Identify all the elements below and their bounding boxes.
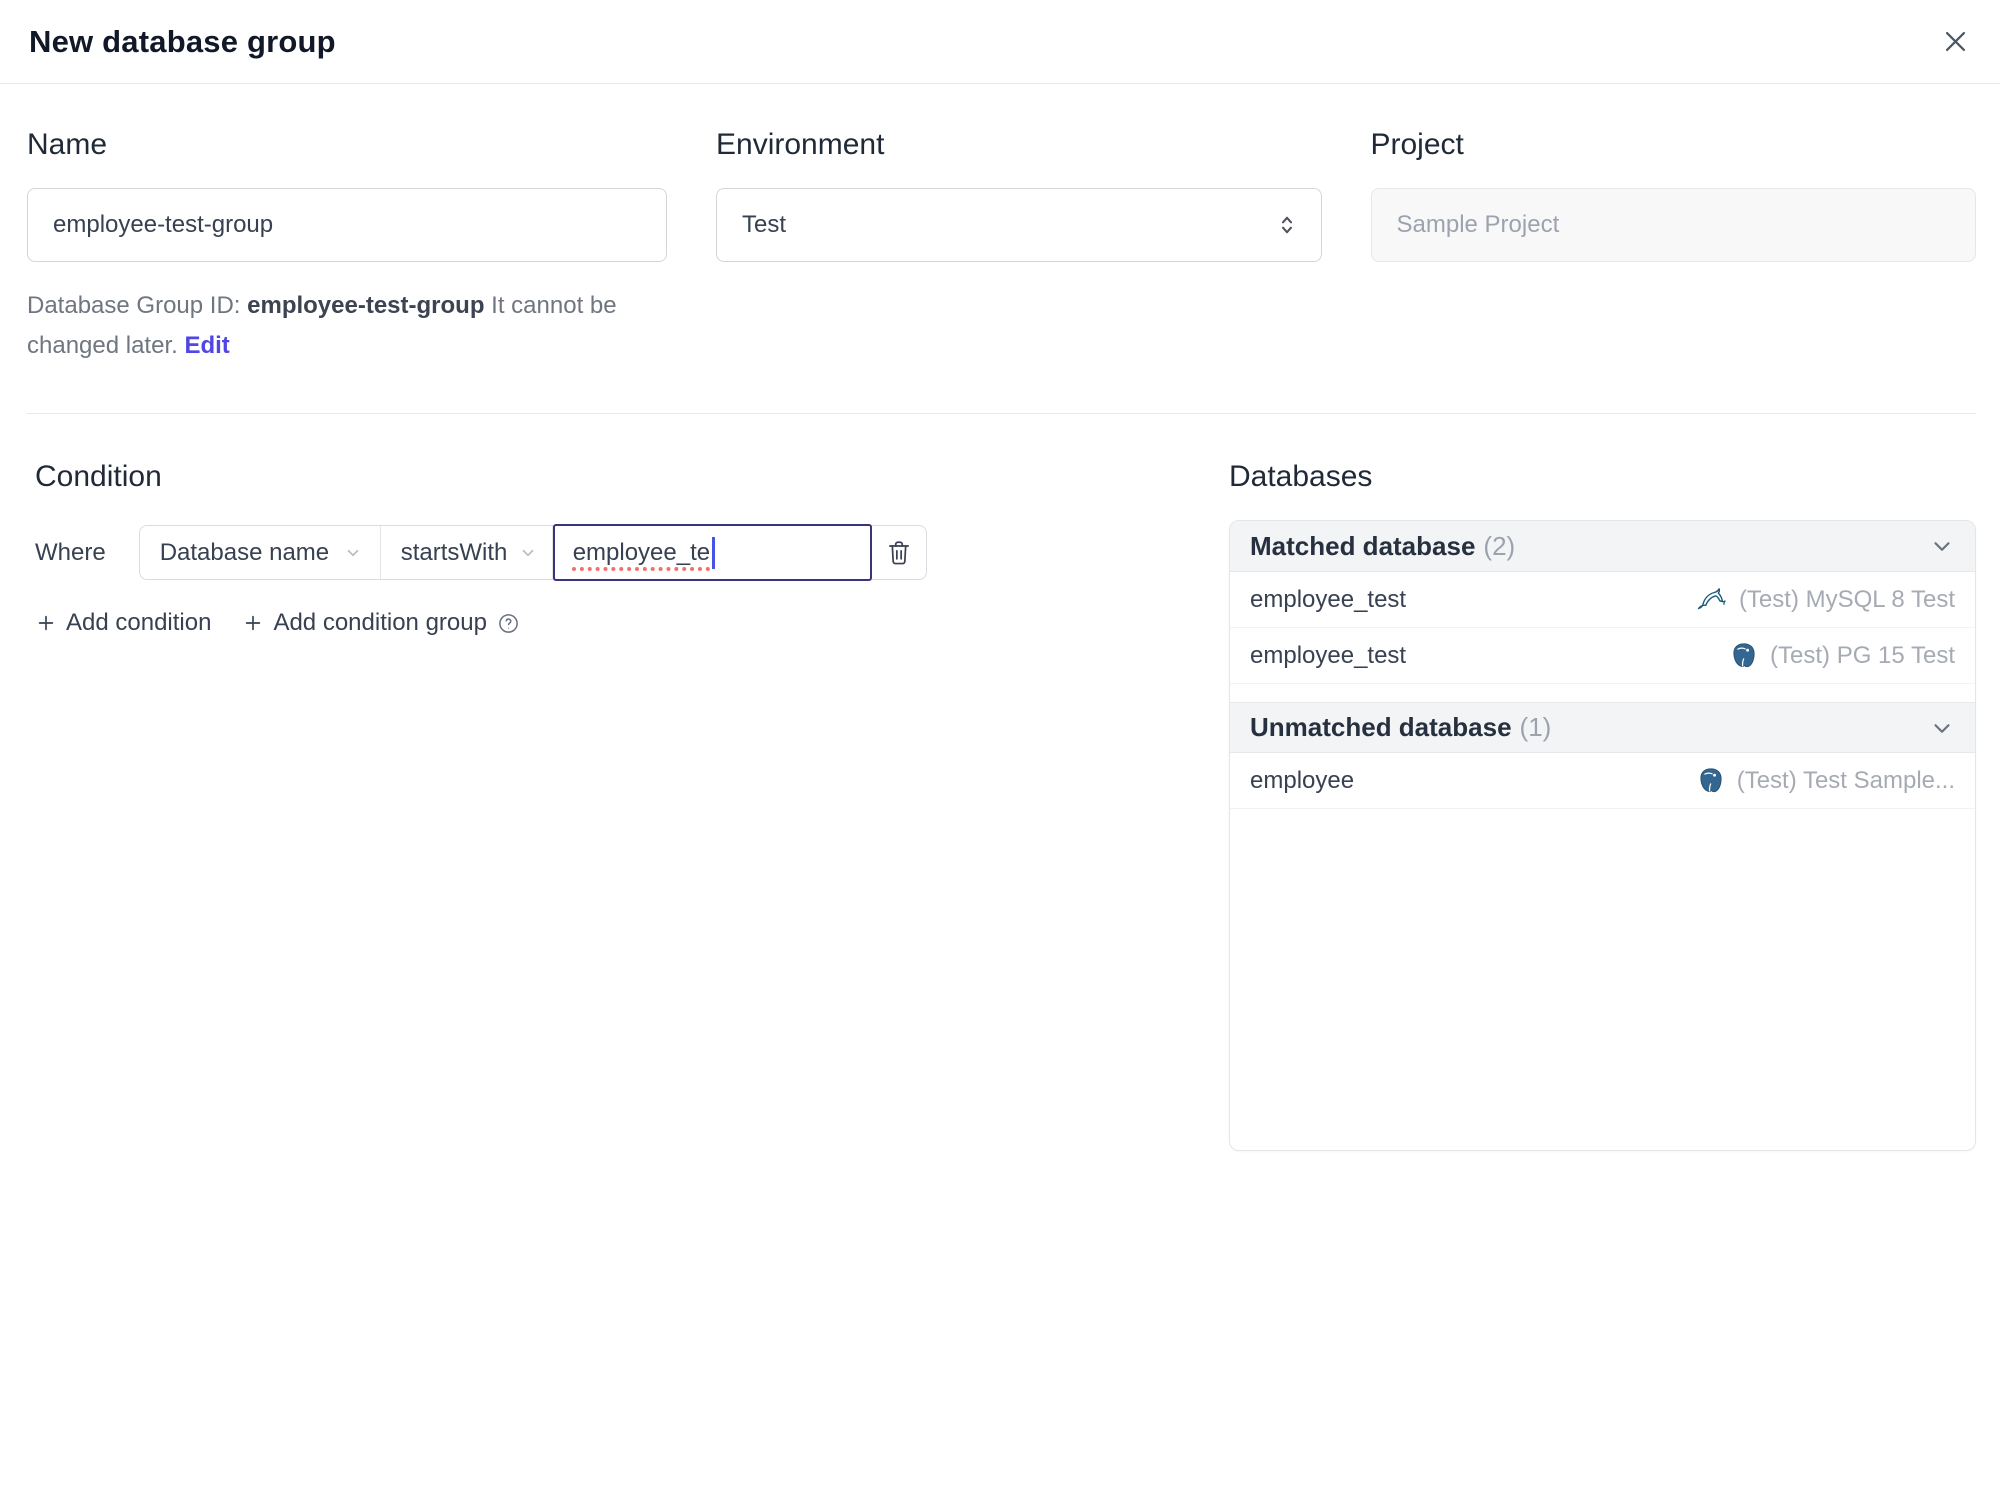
database-instance-meta: (Test) Test Sample... bbox=[1696, 766, 1955, 796]
chevron-down-icon bbox=[344, 544, 362, 562]
mysql-icon bbox=[1696, 585, 1728, 615]
database-instance-label: (Test) MySQL 8 Test bbox=[1738, 585, 1955, 613]
add-condition-button[interactable]: Add condition bbox=[35, 609, 211, 637]
plus-icon bbox=[242, 612, 264, 634]
condition-heading: Condition bbox=[35, 460, 162, 493]
database-row[interactable]: employee_test (Test) MySQL 8 Test bbox=[1230, 572, 1975, 628]
database-instance-label: (Test) Test Sample... bbox=[1736, 766, 1955, 794]
name-input[interactable] bbox=[27, 188, 667, 262]
database-row[interactable]: employee_test (Test) PG 15 Test bbox=[1230, 628, 1975, 684]
database-instance-meta: (Test) PG 15 Test bbox=[1729, 641, 1955, 671]
section-gap bbox=[1230, 684, 1975, 702]
matched-database-count: (2) bbox=[1483, 530, 1516, 561]
database-name: employee_test bbox=[1250, 641, 1407, 669]
databases-section: Databases Matched database (2) employee_t… bbox=[1229, 457, 1976, 1151]
environment-selected-value: Test bbox=[742, 211, 787, 238]
project-input bbox=[1370, 188, 1976, 262]
database-row[interactable]: employee (Test) Test Sample... bbox=[1230, 753, 1975, 809]
project-label: Project bbox=[1370, 128, 1464, 161]
dialog-body: Name Database Group ID: employee-test-gr… bbox=[0, 126, 2000, 1151]
postgresql-icon bbox=[1729, 641, 1759, 671]
unmatched-database-title-text: Unmatched database bbox=[1250, 712, 1512, 742]
condition-section: Condition Where Database name startsWith bbox=[27, 457, 1229, 637]
project-field-group: Project bbox=[1370, 126, 1976, 366]
condition-help-button[interactable] bbox=[497, 612, 520, 635]
database-instance-meta: (Test) MySQL 8 Test bbox=[1696, 585, 1955, 615]
text-caret bbox=[712, 536, 715, 569]
trash-icon bbox=[886, 539, 912, 567]
databases-panel: Matched database (2) employee_test (Test… bbox=[1229, 520, 1976, 1151]
add-condition-group-button[interactable]: Add condition group bbox=[242, 609, 487, 637]
postgresql-icon bbox=[1696, 766, 1726, 796]
chevron-down-icon[interactable] bbox=[1929, 533, 1955, 559]
matched-database-header[interactable]: Matched database (2) bbox=[1230, 521, 1975, 572]
database-name: employee_test bbox=[1250, 585, 1407, 613]
condition-operator-select[interactable]: startsWith bbox=[381, 526, 553, 579]
name-label: Name bbox=[27, 128, 108, 161]
condition-expression-group: Database name startsWith employee_te bbox=[138, 524, 927, 581]
matched-database-title-text: Matched database bbox=[1250, 530, 1476, 561]
condition-value-text: employee_te bbox=[572, 538, 711, 566]
environment-select[interactable]: Test bbox=[716, 188, 1322, 262]
dialog-header: New database group bbox=[0, 0, 2000, 84]
add-condition-label: Add condition bbox=[66, 609, 212, 636]
database-name: employee bbox=[1250, 766, 1355, 794]
dialog-title: New database group bbox=[29, 23, 336, 59]
group-id-prefix: Database Group ID: bbox=[27, 292, 248, 319]
matched-database-title: Matched database (2) bbox=[1250, 531, 1515, 562]
group-id-value: employee-test-group bbox=[247, 292, 485, 319]
chevron-down-icon[interactable] bbox=[1929, 715, 1955, 741]
close-icon bbox=[1942, 28, 1969, 55]
condition-field-value: Database name bbox=[159, 538, 330, 566]
section-divider bbox=[27, 413, 1976, 414]
name-field-group: Name Database Group ID: employee-test-gr… bbox=[27, 126, 667, 366]
help-circle-icon bbox=[497, 612, 520, 635]
where-label: Where bbox=[35, 538, 106, 566]
environment-label: Environment bbox=[716, 128, 885, 161]
databases-heading: Databases bbox=[1229, 460, 1373, 493]
condition-value-input[interactable]: employee_te bbox=[552, 524, 872, 581]
select-updown-icon bbox=[1275, 213, 1299, 237]
condition-operator-value: startsWith bbox=[400, 538, 508, 566]
condition-actions: Add condition Add condition group bbox=[35, 609, 1229, 637]
condition-field-select[interactable]: Database name bbox=[140, 526, 381, 579]
close-button[interactable] bbox=[1940, 27, 1970, 57]
environment-field-group: Environment Test bbox=[716, 126, 1322, 366]
group-id-note: Database Group ID: employee-test-group I… bbox=[27, 286, 667, 366]
plus-icon bbox=[35, 612, 57, 634]
unmatched-database-title: Unmatched database (1) bbox=[1250, 712, 1551, 743]
add-condition-group-label: Add condition group bbox=[273, 609, 487, 636]
unmatched-database-header[interactable]: Unmatched database (1) bbox=[1230, 702, 1975, 753]
edit-group-id-link[interactable]: Edit bbox=[184, 332, 229, 359]
fields-grid: Name Database Group ID: employee-test-gr… bbox=[27, 126, 1976, 366]
delete-condition-button[interactable] bbox=[872, 526, 926, 579]
condition-row: Where Database name startsWith employee_… bbox=[35, 524, 1229, 581]
unmatched-database-count: (1) bbox=[1519, 712, 1552, 742]
chevron-down-icon bbox=[519, 544, 537, 562]
panel-empty-area bbox=[1230, 809, 1975, 1150]
database-instance-label: (Test) PG 15 Test bbox=[1770, 641, 1955, 669]
